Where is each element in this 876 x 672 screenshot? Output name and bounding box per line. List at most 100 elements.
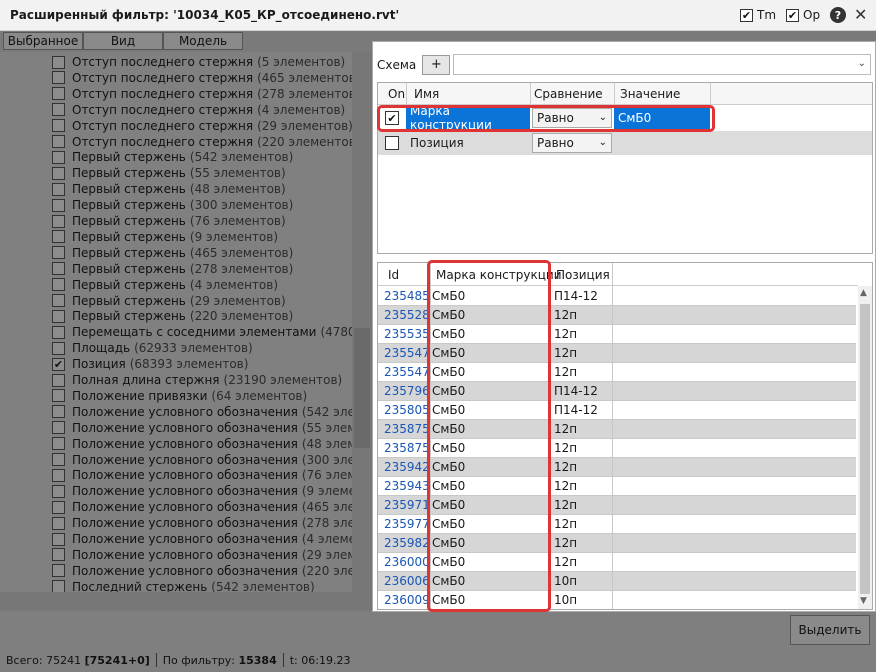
parameter-checkbox[interactable] xyxy=(52,166,65,180)
table-row[interactable]: 2358058СмБ0 П14-12 xyxy=(378,401,856,420)
add-schema-button[interactable]: + xyxy=(422,54,451,75)
parameter-checkbox[interactable] xyxy=(52,198,65,212)
parameter-item[interactable]: Положение условного обозначения(29 элеме… xyxy=(52,547,372,563)
parameter-checkbox[interactable] xyxy=(52,262,65,276)
parameter-item[interactable]: Положение условного обозначения(48 элеме… xyxy=(52,436,372,452)
parameter-checkbox[interactable] xyxy=(52,182,65,196)
parameter-checkbox[interactable] xyxy=(52,468,65,482)
element-id[interactable]: 2360009 xyxy=(384,555,430,569)
filter-value[interactable]: СмБ0 xyxy=(614,106,710,130)
table-row[interactable]: 2359829СмБ0 12п xyxy=(378,534,856,553)
parameter-item[interactable]: Полная длина стержня (23190 элементов) xyxy=(52,372,342,388)
parameter-item[interactable]: Перемещать с соседними элементами (47802 … xyxy=(52,324,372,340)
parameter-checkbox[interactable] xyxy=(52,103,65,117)
element-id[interactable]: 2359431 xyxy=(384,479,430,493)
parameter-checkbox[interactable] xyxy=(52,405,65,419)
parameter-checkbox[interactable]: ✔ xyxy=(52,357,65,371)
table-row[interactable]: 2359431СмБ0 12п xyxy=(378,477,856,496)
tm-checkbox[interactable]: ✔ xyxy=(740,8,753,22)
element-id[interactable]: 2360061 xyxy=(384,574,430,588)
parameter-item[interactable]: Первый стержень (9 элементов) xyxy=(52,229,278,245)
parameter-item[interactable]: Первый стержень (542 элементов) xyxy=(52,149,293,165)
filter-row-checkbox[interactable]: ✔ xyxy=(385,111,399,125)
parameter-checkbox[interactable] xyxy=(52,373,65,387)
element-id[interactable]: 2355473 xyxy=(384,346,430,360)
table-row[interactable]: 2354850СмБ0 П14-12 xyxy=(378,287,856,306)
table-row[interactable]: 2360009СмБ0 12п xyxy=(378,553,856,572)
compare-select[interactable]: Равно ⌄ xyxy=(532,108,612,128)
help-icon[interactable]: ? xyxy=(830,7,846,23)
element-id[interactable]: 2358756 xyxy=(384,441,430,455)
table-row[interactable]: 2359772СмБ0 12п xyxy=(378,515,856,534)
parameter-item[interactable]: Первый стержень (55 элементов) xyxy=(52,165,286,181)
parameter-checkbox[interactable] xyxy=(52,548,65,562)
parameter-item[interactable]: Отступ последнего стержня (465 элементов) xyxy=(52,70,360,86)
parameter-item[interactable]: Положение условного обозначения(300 элем… xyxy=(52,452,372,468)
parameter-item[interactable]: Первый стержень (278 элементов) xyxy=(52,261,293,277)
compare-select[interactable]: Равно ⌄ xyxy=(532,133,612,153)
parameter-item[interactable]: Положение условного обозначения(76 элеме… xyxy=(52,467,372,483)
element-id[interactable]: 2355474 xyxy=(384,365,430,379)
parameter-checkbox[interactable] xyxy=(52,325,65,339)
filter-param-name[interactable]: Позиция xyxy=(406,131,530,155)
table-row[interactable]: 2355474СмБ0 12п xyxy=(378,363,856,382)
filter-row[interactable]: ✔ Марка конструкции Равно ⌄ СмБ0 xyxy=(378,104,872,132)
parameter-item[interactable]: Положение условного обозначения(4 элемен… xyxy=(52,531,372,547)
scroll-up-icon[interactable]: ▲ xyxy=(860,288,867,298)
table-row[interactable]: 2359716СмБ0 12п xyxy=(378,496,856,515)
schema-select[interactable]: ⌄ xyxy=(453,54,871,75)
col-id[interactable]: Id xyxy=(388,268,399,282)
parameter-checkbox[interactable] xyxy=(52,500,65,514)
col-mark[interactable]: Марка конструкции xyxy=(436,268,562,282)
parameter-checkbox[interactable] xyxy=(52,214,65,228)
parameter-item[interactable]: Последний стержень (542 элементов) xyxy=(52,579,315,592)
select-button[interactable]: Выделить xyxy=(790,615,870,645)
table-row[interactable]: 2358755СмБ0 12п xyxy=(378,420,856,439)
parameter-item[interactable]: Положение условного обозначения(465 элем… xyxy=(52,499,372,515)
table-row[interactable]: 2360099СмБ0 10п xyxy=(378,591,856,609)
table-row[interactable]: 2359429СмБ0 12п xyxy=(378,458,856,477)
parameter-checkbox[interactable] xyxy=(52,341,65,355)
parameter-checkbox[interactable] xyxy=(52,437,65,451)
parameter-item[interactable]: Положение условного обозначения(278 элем… xyxy=(52,515,372,531)
parameter-item[interactable]: Первый стержень (76 элементов) xyxy=(52,213,286,229)
parameter-item[interactable]: Положение условного обозначения(542 элем… xyxy=(52,404,372,420)
filter-row-checkbox[interactable] xyxy=(385,136,399,150)
tab-model[interactable]: Модель xyxy=(163,32,243,50)
parameter-checkbox[interactable] xyxy=(52,71,65,85)
close-icon[interactable]: ✕ xyxy=(854,5,867,24)
filter-row[interactable]: Позиция Равно ⌄ xyxy=(378,131,872,155)
parameter-item[interactable]: Отступ последнего стержня (278 элементов) xyxy=(52,86,360,102)
table-row[interactable]: 2357964СмБ0 П14-12 xyxy=(378,382,856,401)
parameter-item[interactable]: Положение условного обозначения(9 элемен… xyxy=(52,483,372,499)
scroll-thumb[interactable] xyxy=(354,328,370,448)
parameter-item[interactable]: Первый стержень (29 элементов) xyxy=(52,293,286,309)
parameter-checkbox[interactable] xyxy=(52,87,65,101)
parameter-checkbox[interactable] xyxy=(52,55,65,69)
element-id[interactable]: 2359429 xyxy=(384,460,430,474)
parameter-checkbox[interactable] xyxy=(52,532,65,546)
table-row[interactable]: 2360061СмБ0 10п xyxy=(378,572,856,591)
parameter-item[interactable]: Отступ последнего стержня (5 элементов) xyxy=(52,54,345,70)
parameter-item[interactable]: Положение условного обозначения(220 элем… xyxy=(52,563,372,579)
parameter-item[interactable]: Первый стержень (4 элементов) xyxy=(52,277,278,293)
results-scrollbar[interactable]: ▲ ▼ xyxy=(858,286,872,609)
parameter-checkbox[interactable] xyxy=(52,484,65,498)
parameter-checkbox[interactable] xyxy=(52,421,65,435)
parameter-item[interactable]: Площадь (62933 элементов) xyxy=(52,340,253,356)
element-id[interactable]: 2355352 xyxy=(384,327,430,341)
parameter-item[interactable]: Отступ последнего стержня (220 элементов) xyxy=(52,134,360,150)
op-checkbox[interactable]: ✔ xyxy=(786,8,799,22)
element-id[interactable]: 2359772 xyxy=(384,517,430,531)
element-id[interactable]: 2354850 xyxy=(384,289,430,303)
parameter-item[interactable]: Отступ последнего стержня (4 элементов) xyxy=(52,102,345,118)
parameter-list-hscrollbar[interactable] xyxy=(0,592,372,610)
element-id[interactable]: 2359716 xyxy=(384,498,430,512)
table-row[interactable]: 2355280СмБ0 12п xyxy=(378,306,856,325)
parameter-checkbox[interactable] xyxy=(52,564,65,578)
col-position[interactable]: Позиция xyxy=(556,268,610,282)
scroll-down-icon[interactable]: ▼ xyxy=(860,596,867,606)
element-id[interactable]: 2358058 xyxy=(384,403,430,417)
parameter-item[interactable]: Первый стержень (465 элементов) xyxy=(52,245,293,261)
scroll-thumb[interactable] xyxy=(860,304,870,594)
